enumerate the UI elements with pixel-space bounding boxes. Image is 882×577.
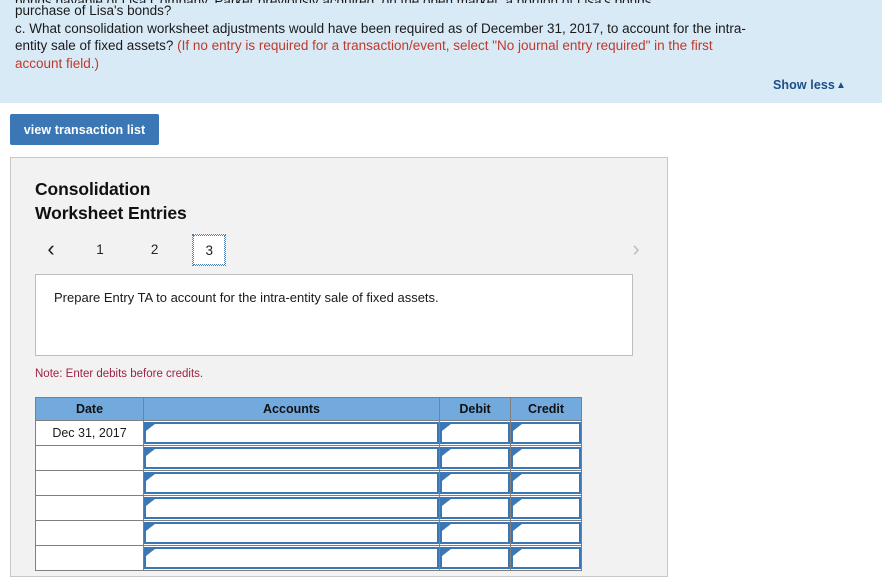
view-transaction-list-button[interactable]: view transaction list xyxy=(10,114,159,145)
table-row xyxy=(35,520,582,546)
row-3-date-cell xyxy=(35,470,144,496)
row-1-credit-cell[interactable] xyxy=(510,420,582,446)
panel-title-line-2: Worksheet Entries xyxy=(35,203,187,223)
row-6-date-cell xyxy=(35,545,144,571)
journal-entry-table-wrapper: Date Accounts Debit Credit Dec 31, 2017 xyxy=(35,397,582,571)
question-line-2: c. What consolidation worksheet adjustme… xyxy=(15,20,746,36)
row-3-accounts-cell[interactable] xyxy=(143,470,440,496)
row-2-accounts-input[interactable] xyxy=(144,447,439,469)
row-6-debit-cell[interactable] xyxy=(439,545,511,571)
row-3-debit-input[interactable] xyxy=(440,472,510,494)
entry-page-1[interactable]: 1 xyxy=(83,234,117,266)
row-2-accounts-cell[interactable] xyxy=(143,445,440,471)
entry-page-2[interactable]: 2 xyxy=(138,234,172,266)
row-2-credit-input[interactable] xyxy=(511,447,581,469)
column-header-date: Date xyxy=(35,397,144,421)
row-3-credit-input[interactable] xyxy=(511,472,581,494)
row-5-date-cell xyxy=(35,520,144,546)
journal-entry-table: Date Accounts Debit Credit Dec 31, 2017 xyxy=(35,397,582,571)
table-row xyxy=(35,445,582,471)
row-1-date-cell: Dec 31, 2017 xyxy=(35,420,144,446)
row-4-debit-cell[interactable] xyxy=(439,495,511,521)
row-5-debit-cell[interactable] xyxy=(439,520,511,546)
row-5-credit-input[interactable] xyxy=(511,522,581,544)
table-row xyxy=(35,495,582,521)
show-less-toggle[interactable]: Show less▲ xyxy=(773,78,846,92)
row-1-accounts-cell[interactable] xyxy=(143,420,440,446)
row-1-accounts-input[interactable] xyxy=(144,422,439,444)
row-3-debit-cell[interactable] xyxy=(439,470,511,496)
table-row: Dec 31, 2017 xyxy=(35,420,582,446)
row-6-accounts-cell[interactable] xyxy=(143,545,440,571)
row-4-accounts-input[interactable] xyxy=(144,497,439,519)
row-3-accounts-input[interactable] xyxy=(144,472,439,494)
next-entry-chevron-icon[interactable]: › xyxy=(625,234,647,266)
table-row xyxy=(35,545,582,571)
journal-table-body: Dec 31, 2017 xyxy=(35,420,582,571)
row-5-accounts-input[interactable] xyxy=(144,522,439,544)
row-2-debit-input[interactable] xyxy=(440,447,510,469)
row-1-debit-input[interactable] xyxy=(440,422,510,444)
row-1-debit-cell[interactable] xyxy=(439,420,511,446)
instruction-box: Prepare Entry TA to account for the intr… xyxy=(35,274,633,356)
row-3-credit-cell[interactable] xyxy=(510,470,582,496)
column-header-accounts: Accounts xyxy=(143,397,440,421)
row-5-accounts-cell[interactable] xyxy=(143,520,440,546)
question-line-3-black: entity sale of fixed assets? xyxy=(15,38,178,54)
question-text: purchase of Lisa's bonds? c. What consol… xyxy=(15,2,827,72)
entry-page-numbers: 1 2 3 xyxy=(83,234,243,266)
entry-page-3[interactable]: 3 xyxy=(192,234,227,266)
journal-header-row: Date Accounts Debit Credit xyxy=(35,397,582,421)
row-5-debit-input[interactable] xyxy=(440,522,510,544)
instruction-text: Prepare Entry TA to account for the intr… xyxy=(54,290,439,305)
panel-title: Consolidation Worksheet Entries xyxy=(35,177,335,225)
row-6-credit-cell[interactable] xyxy=(510,545,582,571)
question-banner: bonds payable of Lisa Company. Parker pr… xyxy=(0,0,882,103)
row-2-date-cell xyxy=(35,445,144,471)
caret-up-icon: ▲ xyxy=(836,80,846,91)
consolidation-worksheet-panel: Consolidation Worksheet Entries ‹ 1 2 3 … xyxy=(10,157,668,577)
row-2-debit-cell[interactable] xyxy=(439,445,511,471)
row-5-credit-cell[interactable] xyxy=(510,520,582,546)
row-4-accounts-cell[interactable] xyxy=(143,495,440,521)
row-4-credit-cell[interactable] xyxy=(510,495,582,521)
journal-table-head: Date Accounts Debit Credit xyxy=(35,397,582,421)
show-less-label: Show less xyxy=(772,78,835,92)
row-2-credit-cell[interactable] xyxy=(510,445,582,471)
row-4-date-cell xyxy=(35,495,144,521)
entry-pager: ‹ 1 2 3 › xyxy=(35,234,647,268)
column-header-credit: Credit xyxy=(510,397,582,421)
column-header-debit: Debit xyxy=(439,397,511,421)
question-line-4: account field.) xyxy=(15,55,100,71)
row-1-credit-input[interactable] xyxy=(511,422,581,444)
row-4-debit-input[interactable] xyxy=(440,497,510,519)
table-row xyxy=(35,470,582,496)
debits-before-credits-note: Note: Enter debits before credits. xyxy=(35,368,204,380)
row-4-credit-input[interactable] xyxy=(511,497,581,519)
panel-title-line-1: Consolidation xyxy=(35,179,151,199)
question-line-1: purchase of Lisa's bonds? xyxy=(15,3,172,18)
question-line-3-red: (If no entry is required for a transacti… xyxy=(177,38,713,54)
previous-entry-chevron-icon[interactable]: ‹ xyxy=(40,234,62,266)
question-line-3: entity sale of fixed assets? (If no entr… xyxy=(15,37,827,55)
